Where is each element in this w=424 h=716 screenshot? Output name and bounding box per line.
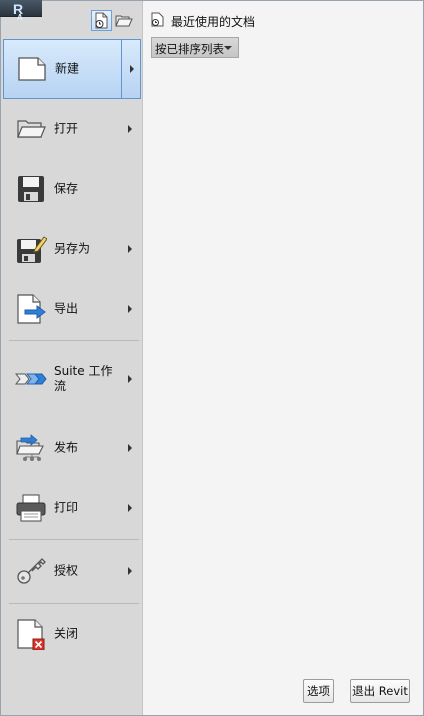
menu-item-label: 另存为: [54, 241, 91, 256]
menu-item-suite-workflow[interactable]: Suite 工作 流: [3, 349, 141, 409]
menu-separator: [9, 539, 139, 540]
menu-item-label-line2: 流: [54, 379, 67, 393]
menu-item-save[interactable]: 保存: [3, 159, 141, 219]
menu-separator: [9, 340, 139, 341]
chevron-right-icon[interactable]: [128, 375, 132, 383]
menu-item-save-as[interactable]: 另存为: [3, 219, 141, 279]
publish-icon: [15, 432, 47, 464]
recent-documents-view-button[interactable]: [91, 10, 112, 31]
save-disk-icon: [15, 173, 47, 205]
printer-icon: [15, 492, 47, 524]
close-document-icon: [15, 618, 47, 650]
sort-order-value: 按已排序列表: [155, 42, 224, 56]
menu-item-label: 授权: [54, 563, 79, 578]
chevron-right-icon[interactable]: [128, 567, 132, 575]
export-icon: [15, 293, 47, 325]
chevron-right-icon[interactable]: [130, 65, 134, 73]
menu-item-license[interactable]: 授权: [3, 541, 141, 601]
exit-revit-button[interactable]: 退出 Revit: [350, 679, 410, 703]
menu-item-close[interactable]: 关闭: [3, 604, 141, 664]
chevron-right-icon[interactable]: [128, 444, 132, 452]
open-documents-view-button[interactable]: [113, 10, 134, 31]
recent-documents-title: 最近使用的文档: [171, 15, 256, 29]
application-menu-button[interactable]: R A: [0, 0, 42, 22]
recent-documents-panel: 最近使用的文档 按已排序列表 选项 退出 Revit: [143, 1, 423, 715]
submenu-split-divider: [121, 40, 122, 98]
chevron-right-icon[interactable]: [128, 125, 132, 133]
view-toggle-group: [91, 10, 135, 31]
menu-item-label: 导出: [54, 301, 79, 316]
menu-item-publish[interactable]: 发布: [3, 418, 141, 478]
menu-item-label: 打印: [54, 500, 79, 515]
chevron-right-icon[interactable]: [128, 305, 132, 313]
menu-item-new[interactable]: 新建: [3, 39, 141, 99]
open-documents-icon: [115, 15, 133, 27]
application-menu-left-panel: 新建 打开 保存 另存为 导出 Suite 工作 流 发布 打印 授权 关闭: [1, 1, 143, 715]
menu-item-label: 打开: [54, 121, 79, 136]
app-logo-label: A: [17, 13, 23, 22]
save-as-icon: [15, 233, 47, 265]
menu-item-label: 发布: [54, 440, 79, 455]
menu-item-label: 新建: [55, 61, 80, 76]
sort-order-dropdown[interactable]: 按已排序列表: [151, 37, 239, 58]
menu-item-export[interactable]: 导出: [3, 279, 141, 339]
options-button[interactable]: 选项: [303, 679, 334, 703]
chevron-down-icon: [224, 46, 232, 50]
new-document-icon: [16, 53, 48, 85]
chevron-right-icon[interactable]: [128, 504, 132, 512]
chevron-right-icon[interactable]: [128, 245, 132, 253]
menu-item-label: 保存: [54, 181, 79, 196]
suite-workflow-icon: [15, 363, 47, 395]
menu-item-open[interactable]: 打开: [3, 99, 141, 159]
menu-item-label: Suite 工作 流: [54, 364, 112, 394]
license-key-icon: [15, 555, 47, 587]
open-folder-icon: [15, 113, 47, 145]
recent-documents-icon: [95, 12, 108, 29]
menu-item-print[interactable]: 打印: [3, 478, 141, 538]
recent-documents-icon: [151, 12, 164, 27]
menu-item-label: 关闭: [54, 626, 79, 641]
menu-item-label-line1: Suite 工作: [54, 364, 113, 378]
